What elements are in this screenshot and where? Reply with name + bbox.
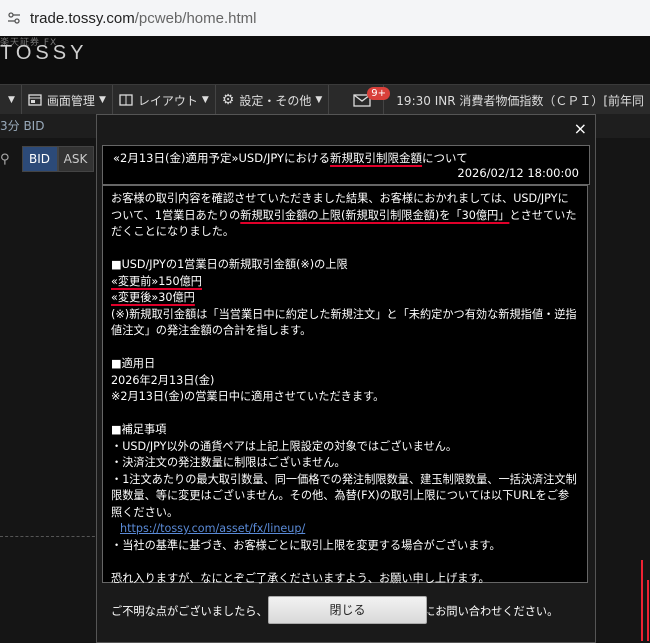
menu-bar: ▼ 画面管理 ▼ レイアウト ▼ ⚙ 設定・その他 ▼ 9+ 19:30 INR 消費…	[0, 84, 650, 116]
supplement-heading: ■補足事項	[111, 423, 167, 436]
menu-item-left-caret[interactable]: ▼	[0, 85, 22, 115]
close-icon[interactable]: ×	[574, 119, 587, 138]
limit-heading: ■USD/JPYの1営業日の新規取引金額(※)の上限	[111, 258, 348, 271]
menu-settings[interactable]: ⚙ 設定・その他 ▼	[216, 85, 330, 115]
limit-note: (※)新規取引金額は「当営業日中に約定した新規注文」と「未約定かつ有効な新規指値…	[111, 307, 577, 338]
search-icon[interactable]: ⚲	[0, 152, 10, 167]
bid-button[interactable]: BID	[21, 146, 58, 172]
closing-text: 恐れ入りますが、なにとぞご了承くださいますよう、お願い申し上げます。	[111, 571, 490, 585]
mail-button[interactable]: 9+	[353, 85, 391, 115]
notice-body: お客様の取引内容を確認させていただきました結果、お客様におかれましては、USD/…	[102, 185, 588, 618]
notice-date: 2026/02/12 18:00:00	[457, 166, 579, 180]
menu-settings-label: 設定・その他	[239, 93, 312, 108]
notice-title: «2月13日(金)適用予定»USD/JPYにおける新規取引制限金額について	[113, 151, 468, 165]
notice-dialog: × «2月13日(金)適用予定»USD/JPYにおける新規取引制限金額について …	[96, 114, 596, 643]
lineup-link[interactable]: https://tossy.com/asset/fx/lineup/	[120, 522, 305, 535]
url-text[interactable]: trade.tossy.com/pcweb/home.html	[30, 10, 257, 27]
chart-candles	[641, 560, 649, 641]
supplement-item: ・決済注文の発注数量に制限はございません。	[111, 456, 346, 469]
limit-after: «変更後»30億円	[111, 291, 195, 304]
bid-ask-toggle: ⚲ BID ASK	[0, 146, 94, 172]
apply-date: 2026年2月13日(金)	[111, 373, 215, 387]
browser-address-bar[interactable]: trade.tossy.com/pcweb/home.html	[0, 0, 650, 37]
chart-dashed-line	[0, 536, 100, 537]
intro-paragraph: お客様の取引内容を確認させていただきました結果、お客様におかれましては、USD/…	[111, 192, 577, 238]
menu-screen-management[interactable]: 画面管理 ▼	[22, 85, 113, 115]
apply-note: ※2月13日(金)の営業日中に適用させていただきます。	[111, 390, 385, 403]
app-logo: TOSSY	[0, 42, 88, 64]
menu-screen-management-label: 画面管理	[46, 93, 95, 108]
supplement-item: ・当社の基準に基づき、お客様ごとに取引上限を変更する場合がございます。	[111, 538, 501, 552]
layout-icon	[119, 94, 133, 106]
chart-panel-label: 3分 BID	[0, 119, 45, 133]
close-button[interactable]: 閉じる	[268, 596, 427, 624]
gear-icon: ⚙	[221, 92, 235, 108]
app-header: 楽天証券 FX TOSSY	[0, 36, 650, 84]
news-ticker[interactable]: 19:30 INR 消費者物価指数（ＣＰＩ）[前年同	[396, 92, 644, 109]
supplement-item: ・1注文あたりの最大取引数量、同一価格での発注制限数量、建玉制限数量、一括決済注…	[111, 472, 577, 519]
menu-layout[interactable]: レイアウト ▼	[113, 85, 216, 115]
notice-title-box: «2月13日(金)適用予定»USD/JPYにおける新規取引制限金額について 20…	[102, 145, 590, 185]
supplement-item: ・USD/JPY以外の通貨ペアは上記上限設定の対象ではございません。	[111, 439, 458, 453]
apply-heading: ■適用日	[111, 357, 156, 370]
mail-count-badge: 9+	[367, 87, 391, 100]
ask-button[interactable]: ASK	[57, 146, 94, 172]
limit-before: «変更前»150億円	[111, 274, 202, 288]
menu-layout-label: レイアウト	[137, 93, 198, 108]
site-info-icon[interactable]	[6, 10, 22, 26]
window-icon	[28, 94, 42, 106]
